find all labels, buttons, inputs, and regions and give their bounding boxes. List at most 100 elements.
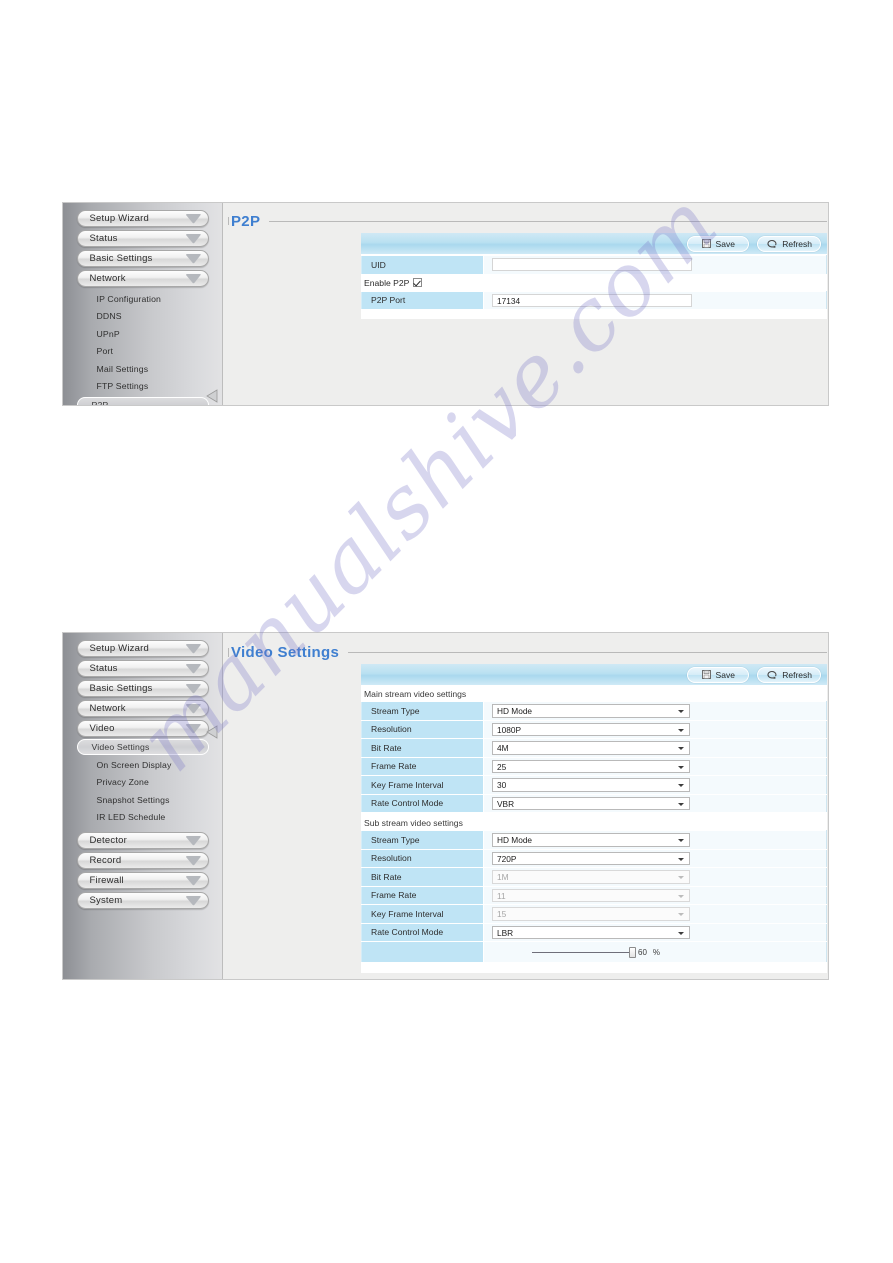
sub-rate-control-mode-cell: LBR (483, 922, 827, 942)
refresh-button[interactable]: Refresh (757, 666, 821, 683)
sidebar-group-label: Status (89, 233, 118, 244)
sidebar-group-status[interactable]: Status (76, 230, 209, 247)
enable-p2p-label: Enable P2P (364, 277, 410, 288)
chevron-down-icon (185, 724, 201, 734)
sidebar-item-label: Mail Settings (96, 363, 149, 374)
table-row: Key Frame Interval 15 (361, 904, 827, 924)
select-value: 4M (497, 743, 509, 753)
refresh-icon (767, 670, 777, 679)
p2p-port-field-cell: 17134 (483, 290, 827, 310)
lbr-slider-label (361, 941, 484, 963)
sidebar-item-p2p[interactable]: P2P (76, 397, 209, 405)
sidebar-item-port[interactable]: Port (77, 343, 209, 361)
chevron-down-icon (185, 684, 201, 694)
p2p-sidebar: Setup Wizard Status Basic Settings Netwo… (63, 203, 223, 405)
frame-rate-select[interactable]: 25 (492, 759, 690, 773)
sub-resolution-select[interactable]: 720P (492, 851, 690, 865)
lbr-slider-track[interactable] (532, 946, 636, 958)
sub-stream-type-cell: HD Mode (483, 830, 827, 850)
sub-rate-control-mode-label: Rate Control Mode (361, 922, 484, 942)
sidebar-group-setup-wizard[interactable]: Setup Wizard (76, 210, 209, 227)
sub-key-frame-interval-label: Key Frame Interval (361, 904, 484, 924)
table-row: Frame Rate 25 (361, 756, 827, 776)
title-rule-corner (228, 217, 229, 225)
p2p-port-input[interactable]: 17134 (492, 293, 692, 307)
sidebar-group-setup-wizard[interactable]: Setup Wizard (76, 640, 209, 657)
sidebar-item-snapshot-settings[interactable]: Snapshot Settings (77, 791, 209, 809)
chevron-down-icon (185, 896, 201, 906)
sidebar-item-label: Video Settings (76, 739, 209, 755)
lbr-slider-value: 60 (638, 947, 647, 957)
resolution-select[interactable]: 1080P (492, 722, 690, 736)
sidebar-group-firewall[interactable]: Firewall (76, 872, 209, 889)
sub-stream-type-select[interactable]: HD Mode (492, 833, 690, 847)
table-row: Resolution 1080P (361, 719, 827, 739)
sidebar-group-status[interactable]: Status (76, 660, 209, 677)
sub-frame-rate-select: 11 (492, 888, 690, 902)
lbr-slider-unit: % (652, 947, 661, 957)
sub-bit-rate-cell: 1M (483, 867, 827, 887)
select-value: VBR (497, 798, 515, 809)
chevron-down-icon (678, 710, 684, 713)
stream-type-select[interactable]: HD Mode (492, 704, 690, 718)
sidebar-item-label: DDNS (96, 311, 122, 322)
sidebar-item-upnp[interactable]: UPnP (77, 325, 209, 343)
chevron-down-icon (185, 856, 201, 866)
refresh-button[interactable]: Refresh (757, 235, 821, 252)
table-row: Rate Control Mode LBR (361, 922, 827, 942)
sidebar-item-ip-configuration[interactable]: IP Configuration (77, 290, 209, 308)
chevron-down-icon (185, 214, 201, 224)
p2p-settings-panel: Setup Wizard Status Basic Settings Netwo… (62, 202, 829, 406)
chevron-down-icon (185, 704, 201, 714)
chevron-down-icon (678, 894, 684, 898)
sub-bit-rate-label: Bit Rate (361, 867, 484, 887)
chevron-down-icon (185, 234, 201, 244)
chevron-down-icon (678, 913, 684, 916)
chevron-down-icon (185, 836, 201, 846)
sidebar-item-on-screen-display[interactable]: On Screen Display (77, 756, 209, 774)
save-button[interactable]: Save (687, 235, 750, 252)
enable-p2p-row[interactable]: Enable P2P (361, 275, 827, 291)
sidebar-group-network[interactable]: Network (76, 270, 209, 287)
sidebar-item-label: Port (96, 346, 114, 357)
select-value: 1080P (497, 724, 521, 735)
select-value: 30 (497, 780, 507, 790)
uid-input[interactable] (492, 258, 692, 272)
bit-rate-select[interactable]: 4M (492, 741, 690, 755)
enable-p2p-checkbox[interactable] (413, 278, 423, 287)
chevron-down-icon (678, 802, 684, 806)
sidebar-item-label: IP Configuration (96, 293, 162, 304)
sub-key-frame-interval-select: 15 (492, 907, 690, 921)
sidebar-group-label: Basic Settings (89, 683, 153, 694)
sub-key-frame-interval-cell: 15 (483, 904, 827, 924)
sub-rate-control-mode-select[interactable]: LBR (492, 925, 690, 939)
sidebar-group-network[interactable]: Network (76, 700, 209, 717)
sub-frame-rate-label: Frame Rate (361, 885, 484, 905)
sidebar-item-ir-led-schedule[interactable]: IR LED Schedule (77, 809, 209, 827)
table-row: 60 % (361, 941, 827, 963)
sidebar-group-detector[interactable]: Detector (76, 832, 209, 849)
sidebar-group-system[interactable]: System (76, 892, 209, 909)
p2p-toolbar: Save Refresh (361, 233, 827, 255)
chevron-down-icon (185, 876, 201, 886)
sidebar-item-ddns[interactable]: DDNS (77, 308, 209, 326)
sidebar-item-privacy-zone[interactable]: Privacy Zone (77, 774, 209, 792)
save-button[interactable]: Save (687, 666, 750, 683)
key-frame-interval-select[interactable]: 30 (492, 778, 690, 792)
sidebar-item-mail-settings[interactable]: Mail Settings (77, 360, 209, 378)
sidebar-group-label: Setup Wizard (89, 643, 149, 654)
select-value: 11 (497, 890, 506, 901)
sidebar-item-label: UPnP (96, 328, 120, 339)
lbr-slider-knob[interactable] (629, 946, 636, 958)
sidebar-group-basic-settings[interactable]: Basic Settings (76, 250, 209, 267)
sidebar-group-basic-settings[interactable]: Basic Settings (76, 680, 209, 697)
sidebar-item-label: On Screen Display (96, 759, 172, 770)
sidebar-group-video[interactable]: Video (76, 720, 209, 737)
sidebar-item-ftp-settings[interactable]: FTP Settings (77, 378, 209, 396)
sidebar-group-record[interactable]: Record (76, 852, 209, 869)
rate-control-mode-select[interactable]: VBR (492, 796, 690, 810)
sidebar-item-video-settings[interactable]: Video Settings (76, 739, 209, 755)
p2p-form-card: Save Refresh UID Enable P2P P2P Port 171… (361, 233, 827, 319)
chevron-down-icon (678, 857, 684, 861)
video-content: Video Settings Save Refresh Main stream … (223, 633, 828, 979)
